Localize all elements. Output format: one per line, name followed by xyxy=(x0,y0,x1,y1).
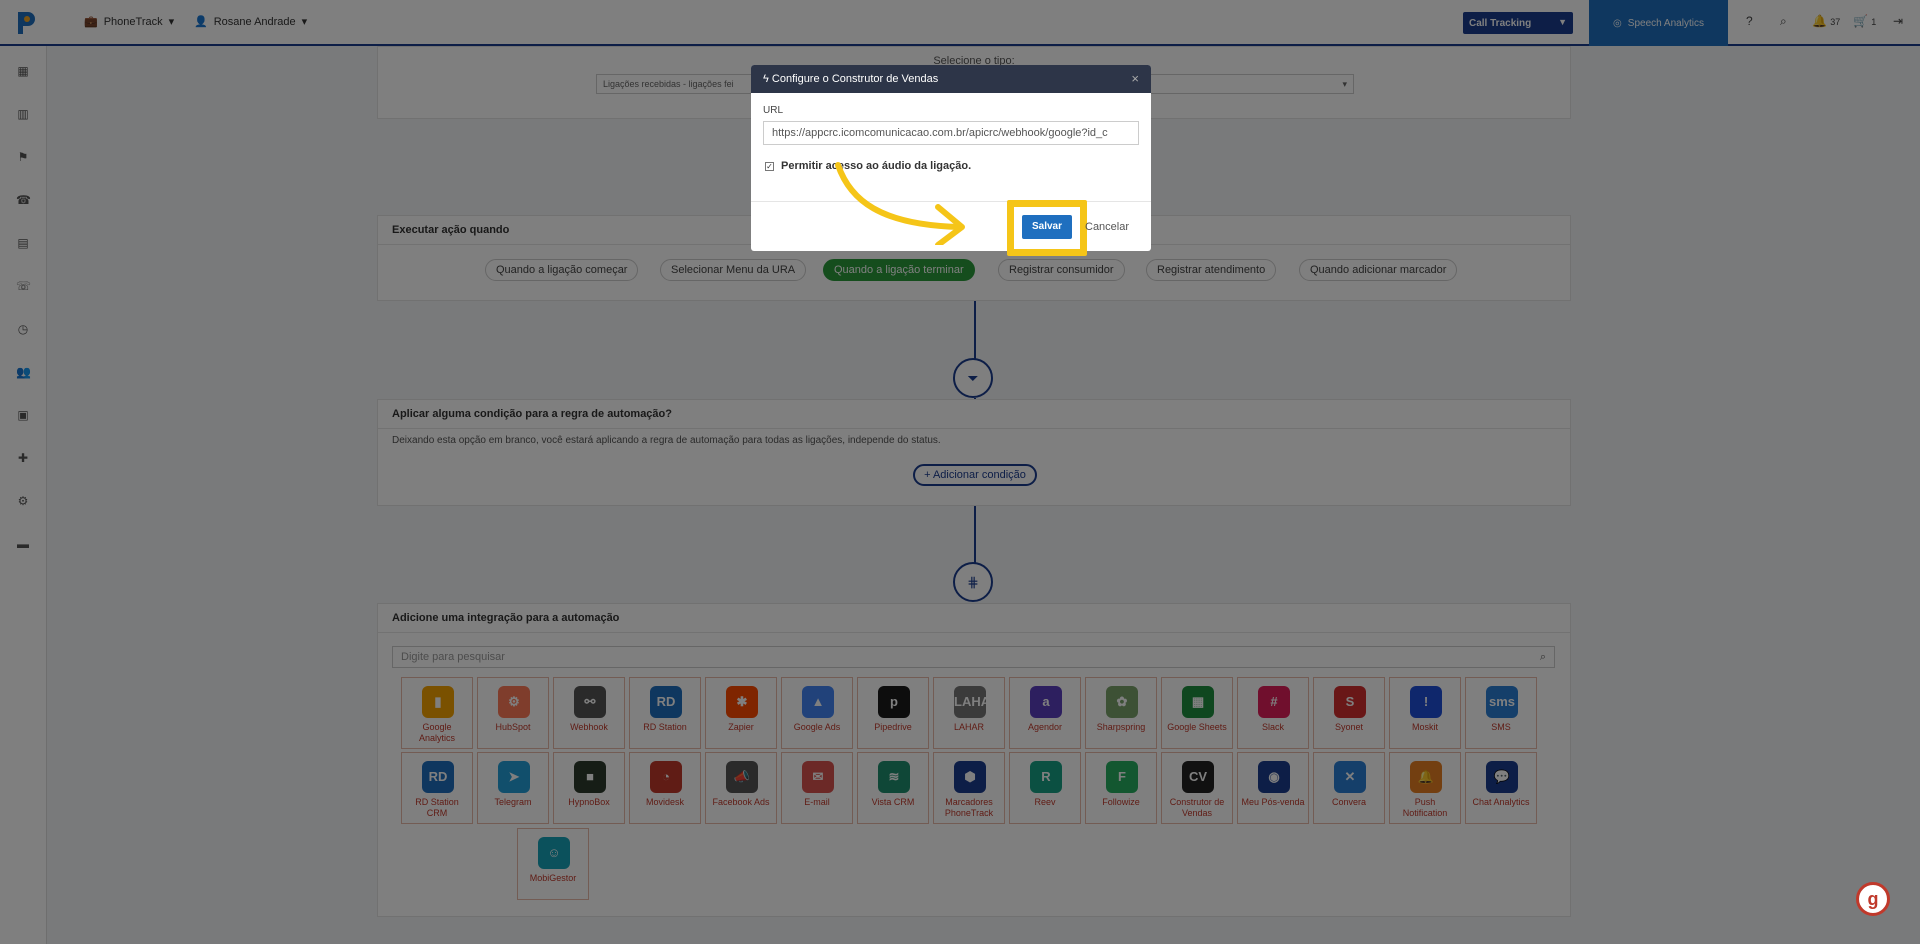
cancel-button[interactable]: Cancelar xyxy=(1085,221,1129,233)
annotation-arrow-icon xyxy=(835,162,965,245)
help-widget-icon[interactable]: g xyxy=(1856,882,1890,916)
modal-title: Configure o Construtor de Vendas xyxy=(771,73,939,85)
modal-header: ϟ Configure o Construtor de Vendas × xyxy=(751,65,1151,93)
save-button[interactable]: Salvar xyxy=(1022,215,1072,239)
url-input[interactable]: https://appcrc.icomcomunicacao.com.br/ap… xyxy=(763,121,1139,145)
audio-access-checkbox[interactable]: ✓ xyxy=(765,162,774,171)
close-icon[interactable]: × xyxy=(1131,65,1139,93)
url-label: URL xyxy=(763,105,784,116)
bolt-icon: ϟ xyxy=(763,73,769,85)
